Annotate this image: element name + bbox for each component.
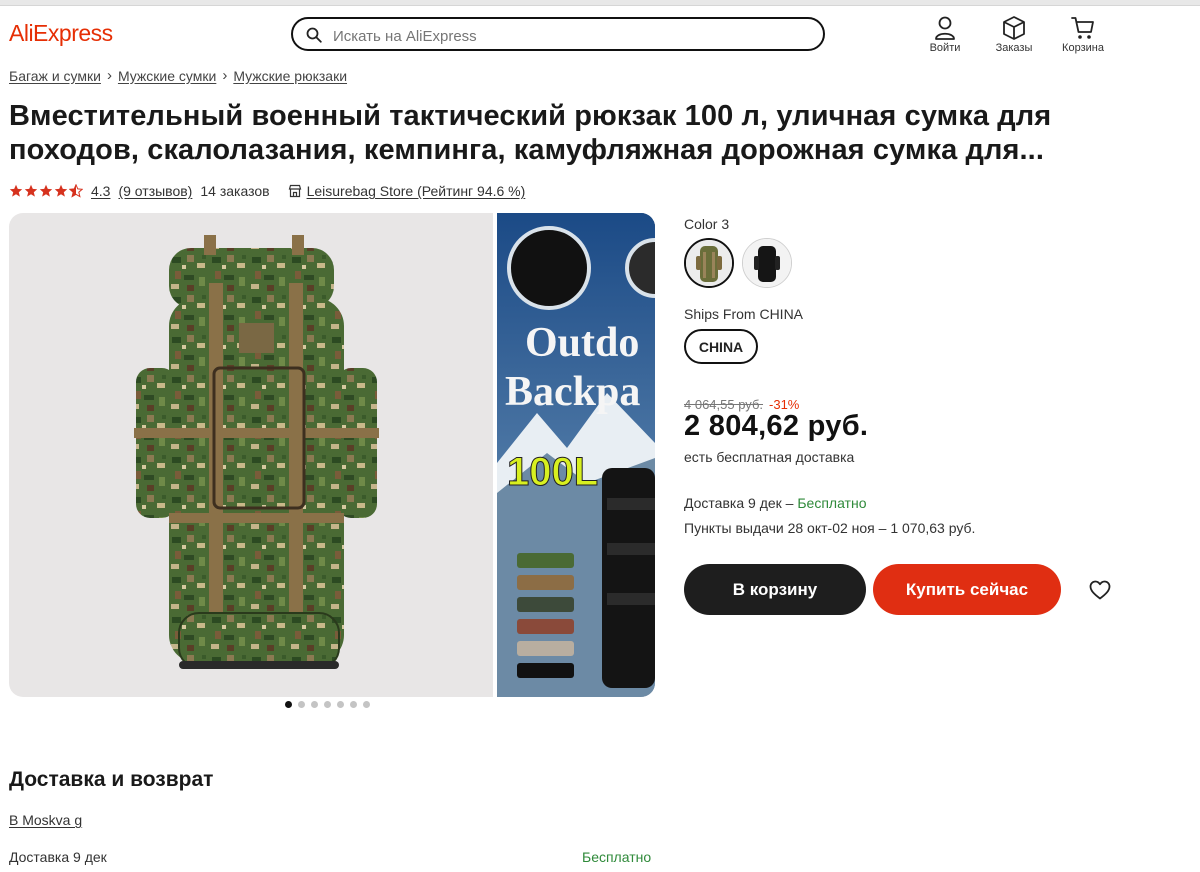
box-icon	[1003, 16, 1025, 40]
gallery-dot[interactable]	[363, 701, 370, 708]
star-icon	[9, 184, 23, 197]
search-icon	[306, 27, 322, 43]
breadcrumb-mens-bags[interactable]: Мужские сумки	[118, 68, 216, 84]
breadcrumb-mens-backpacks[interactable]: Мужские рюкзаки	[233, 68, 347, 84]
breadcrumb-luggage[interactable]: Багаж и сумки	[9, 68, 101, 84]
delivery-location-link[interactable]: В Moskva g	[9, 812, 82, 828]
heart-icon[interactable]	[1088, 578, 1112, 602]
cart-icon	[1071, 17, 1094, 39]
gallery-pagination	[285, 701, 370, 708]
aliexpress-logo[interactable]: AliExpress	[9, 20, 113, 47]
star-icon	[39, 184, 53, 197]
gallery-dot[interactable]	[350, 701, 357, 708]
color-label: Color 3	[684, 216, 730, 232]
star-icon	[54, 184, 68, 197]
backpack-image	[134, 235, 379, 669]
pickup-info: Пункты выдачи 28 окт-02 ноя – 1 070,63 р…	[684, 520, 976, 536]
free-shipping-note: есть бесплатная доставка	[684, 449, 855, 465]
orders-count: 14 заказов	[200, 183, 270, 199]
gallery-dot[interactable]	[337, 701, 344, 708]
delivery-section-title: Доставка и возврат	[9, 768, 214, 791]
delivery-free: Бесплатно	[797, 495, 867, 511]
black-backpack-thumb	[743, 239, 791, 287]
ships-from-china-button[interactable]: CHINA	[684, 329, 758, 364]
current-price: 2 804,62 руб.	[684, 410, 869, 442]
product-meta: 4.3 (9 отзывов) 14 заказов Leisurebag St…	[9, 182, 525, 200]
reviews-link[interactable]: (9 отзывов)	[118, 183, 192, 199]
color-swatch-black[interactable]	[742, 238, 792, 288]
cart-button[interactable]: Корзина	[1053, 15, 1113, 54]
product-image-main[interactable]	[9, 213, 493, 697]
chevron-right-icon: ›	[222, 67, 228, 84]
search-bar[interactable]	[291, 17, 825, 51]
gallery-dot-active[interactable]	[285, 701, 292, 708]
buy-now-button[interactable]: Купить сейчас	[873, 564, 1061, 615]
orders-button[interactable]: Заказы	[984, 15, 1044, 54]
camo-backpack-thumb	[686, 240, 732, 286]
rating-value[interactable]: 4.3	[91, 183, 110, 199]
gallery-dot[interactable]	[298, 701, 305, 708]
breadcrumb: Багаж и сумки › Мужские сумки › Мужские …	[9, 67, 347, 84]
gallery-dot[interactable]	[311, 701, 318, 708]
rating-stars	[9, 184, 83, 198]
promo-image: Outdo Backpa 100L	[497, 213, 655, 697]
gallery-dot[interactable]	[324, 701, 331, 708]
chevron-right-icon: ›	[106, 67, 112, 84]
login-button[interactable]: Войти	[915, 15, 975, 54]
delivery-date-text: Доставка 9 дек –	[684, 495, 798, 511]
store-icon	[288, 184, 301, 198]
browser-divider	[0, 5, 1200, 6]
cart-label: Корзина	[1062, 42, 1104, 54]
half-star-icon	[69, 184, 83, 198]
ships-from-label: Ships From CHINA	[684, 306, 804, 322]
star-icon	[24, 184, 38, 197]
search-input[interactable]	[331, 24, 805, 48]
product-title: Вместительный военный тактический рюкзак…	[9, 100, 1052, 166]
delivery-row-value: Бесплатно	[582, 849, 652, 865]
delivery-date: Доставка 9 дек – Бесплатно	[684, 495, 866, 511]
store-link[interactable]: Leisurebag Store (Рейтинг 94.6 %)	[307, 183, 526, 199]
user-icon	[935, 16, 955, 40]
add-to-cart-button[interactable]: В корзину	[684, 564, 866, 615]
promo-text-100l: 100L	[507, 450, 598, 494]
promo-text-outdoor: Outdo	[525, 320, 639, 366]
delivery-row-label: Доставка 9 дек	[9, 849, 107, 865]
promo-text-backpack: Backpa	[505, 369, 640, 415]
login-label: Войти	[929, 42, 961, 54]
product-image-next[interactable]: Outdo Backpa 100L	[497, 213, 655, 697]
orders-label: Заказы	[995, 42, 1033, 54]
color-swatch-camo[interactable]	[684, 238, 734, 288]
